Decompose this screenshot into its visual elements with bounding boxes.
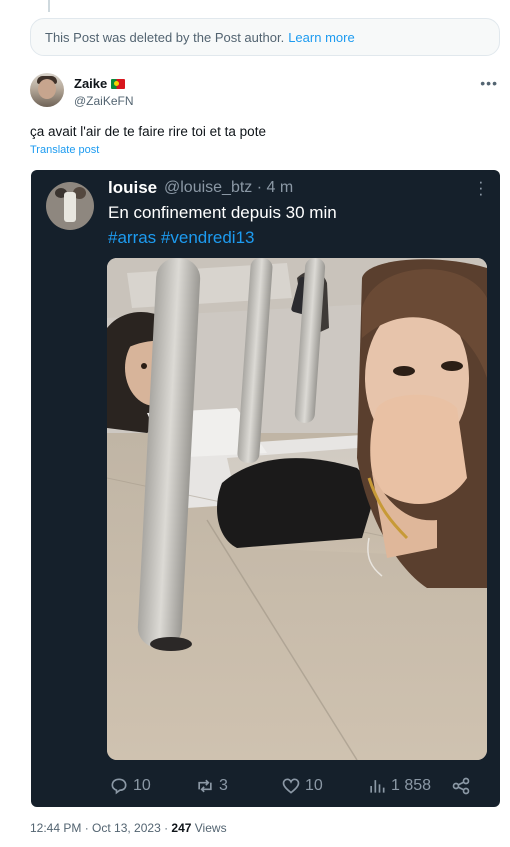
hashtag-arras: #arras bbox=[108, 228, 157, 247]
repost-count: 3 bbox=[219, 777, 228, 794]
quoted-text: En confinement depuis 30 min bbox=[108, 203, 337, 222]
deleted-notice-text: This Post was deleted by the Post author… bbox=[45, 29, 285, 45]
like-action: 10 bbox=[281, 776, 323, 796]
repost-icon bbox=[198, 779, 212, 793]
like-count: 10 bbox=[305, 777, 323, 794]
learn-more-link[interactable]: Learn more bbox=[288, 30, 354, 45]
photo-illustration bbox=[107, 258, 487, 760]
author-name-text[interactable]: Zaike bbox=[74, 76, 107, 91]
avatar[interactable] bbox=[30, 73, 64, 107]
quoted-more-icon: · · · bbox=[478, 172, 484, 203]
views-chart-icon bbox=[370, 780, 385, 793]
more-options-icon[interactable]: ••• bbox=[480, 75, 498, 91]
heart-icon bbox=[282, 778, 300, 794]
quoted-screenshot[interactable]: louise @louise_btz · 4 m · · · En confinem… bbox=[31, 170, 500, 807]
quoted-hashtags: #arras #vendredi13 bbox=[108, 228, 255, 248]
views-label: Views bbox=[191, 821, 227, 835]
quoted-author-meta: @louise_btz · 4 m bbox=[164, 179, 294, 196]
post-timestamp[interactable]: 12:44 PM · Oct 13, 2023 · bbox=[30, 821, 171, 835]
share-icon bbox=[452, 777, 470, 795]
translate-post-link[interactable]: Translate post bbox=[30, 144, 99, 156]
views-action: 1 858 bbox=[367, 776, 431, 796]
share-action bbox=[451, 776, 471, 796]
reply-count: 10 bbox=[133, 777, 151, 794]
portugal-flag-icon bbox=[111, 78, 126, 89]
quoted-author-name: louise bbox=[108, 178, 158, 197]
classroom-photo bbox=[107, 258, 487, 760]
reply-icon bbox=[111, 778, 127, 795]
post-text: ça avait l'air de te faire rire toi et t… bbox=[30, 124, 266, 139]
author-handle[interactable]: @ZaiKeFN bbox=[74, 94, 134, 108]
repost-action: 3 bbox=[195, 776, 228, 796]
quoted-actions-bar: 10 3 10 1 858 bbox=[109, 776, 471, 796]
quoted-avatar bbox=[46, 182, 94, 230]
post-view-count: 247 bbox=[171, 821, 192, 835]
hashtag-vendredi13: #vendredi13 bbox=[160, 228, 255, 247]
deleted-post-notice: This Post was deleted by the Post author… bbox=[30, 18, 500, 56]
author-name[interactable]: Zaike bbox=[74, 76, 126, 91]
reply-action: 10 bbox=[109, 776, 151, 796]
views-count: 1 858 bbox=[391, 777, 432, 794]
thread-connector-line bbox=[48, 0, 50, 12]
post-timestamp-footer: 12:44 PM · Oct 13, 2023 · 247 Views bbox=[30, 821, 227, 835]
post-header: Zaike @ZaiKeFN ••• bbox=[30, 73, 500, 113]
